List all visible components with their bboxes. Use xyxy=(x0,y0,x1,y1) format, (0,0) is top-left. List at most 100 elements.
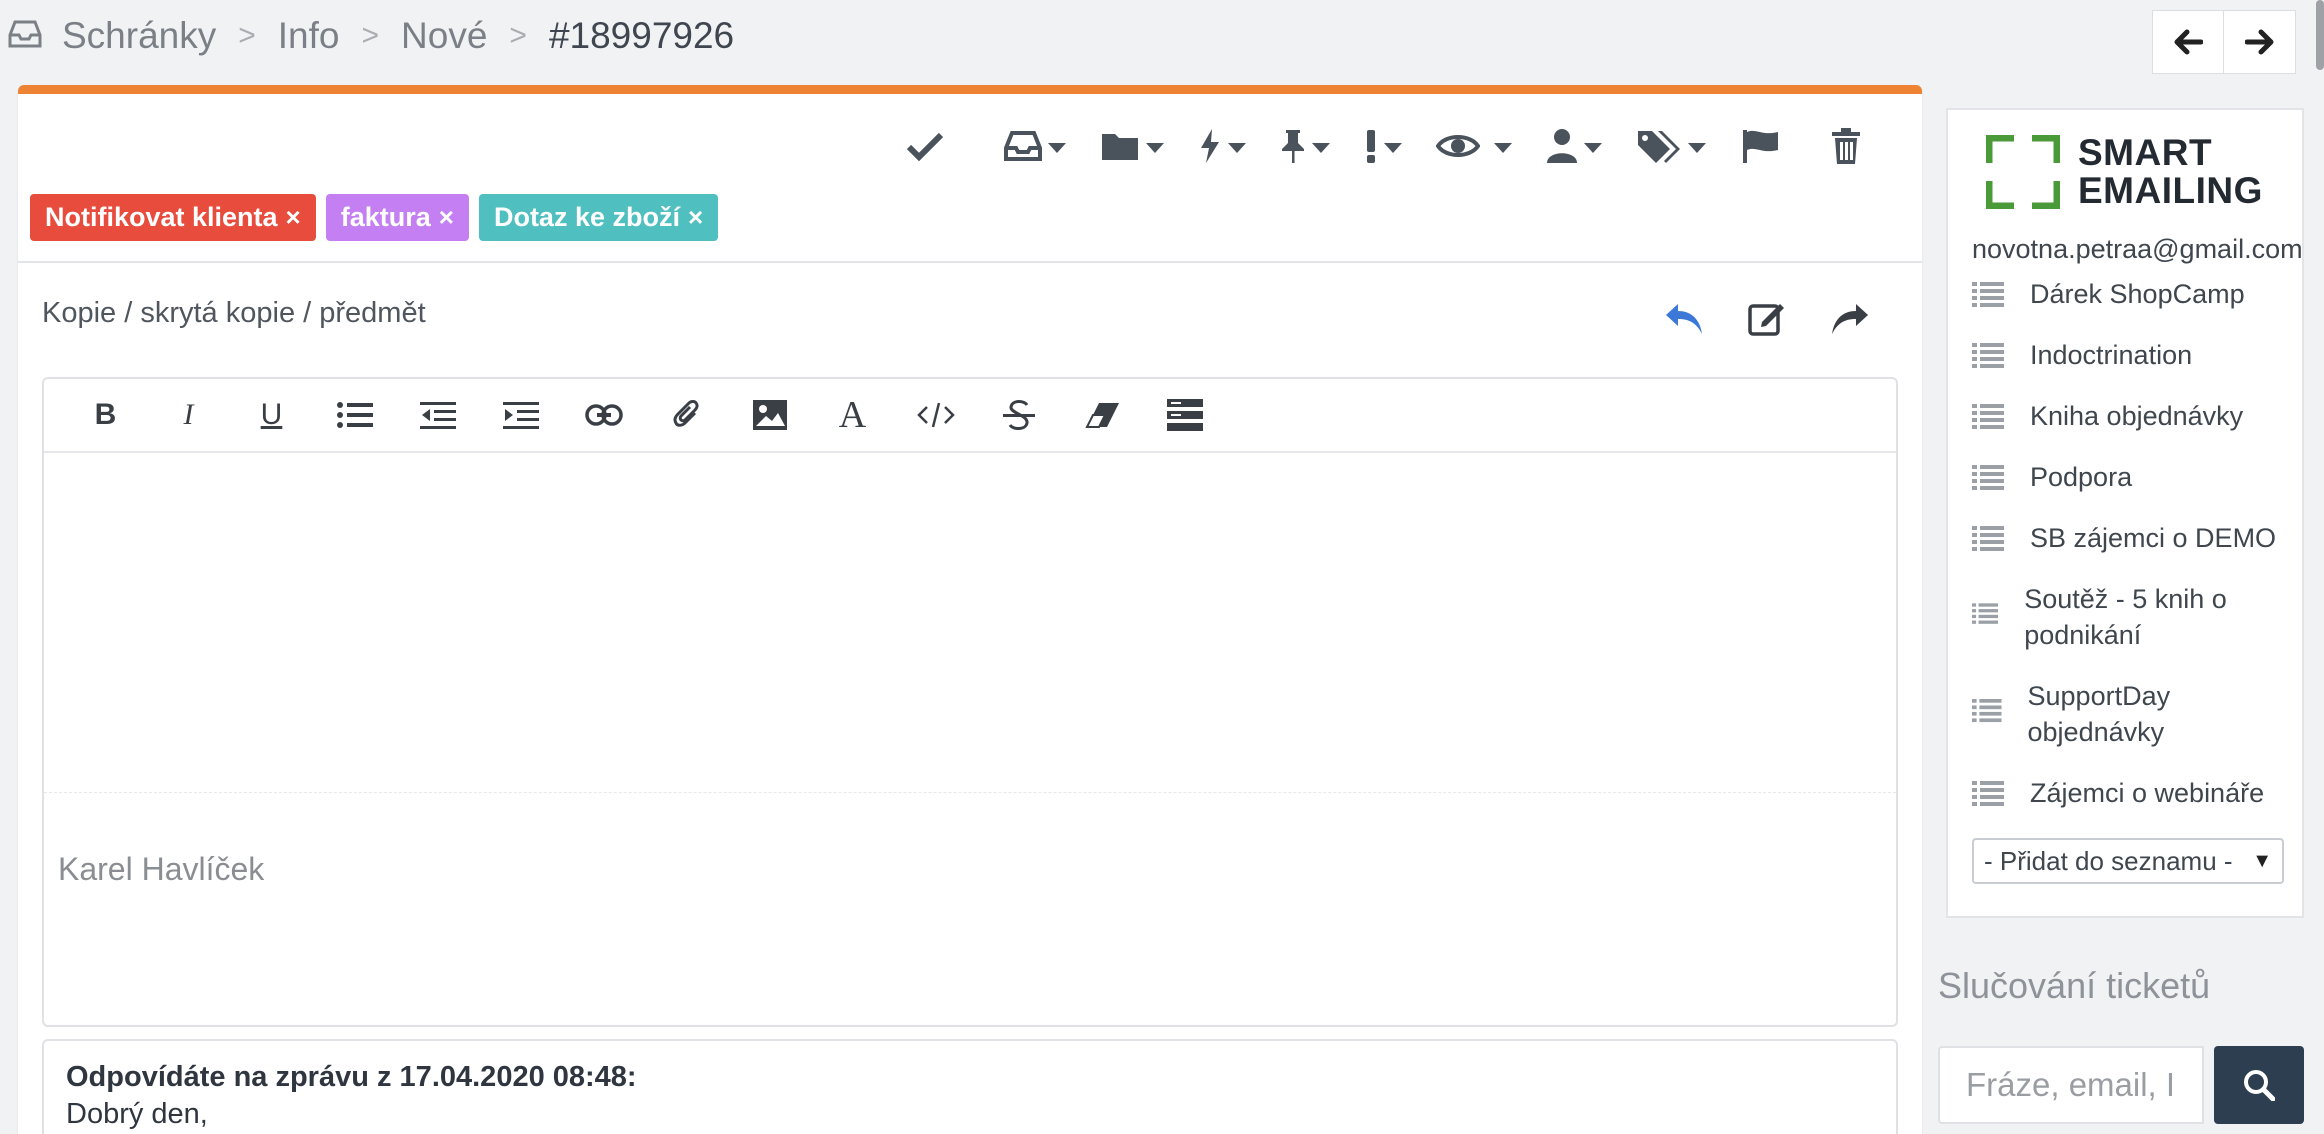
strikethrough-button[interactable] xyxy=(977,398,1060,432)
breadcrumb-item-info[interactable]: Info xyxy=(278,15,340,57)
tag-label: Dotaz ke zboží xyxy=(493,202,680,232)
breadcrumb-item-inboxes[interactable]: Schránky xyxy=(62,15,216,57)
user-icon xyxy=(1547,129,1577,163)
delete-button[interactable] xyxy=(1830,127,1862,165)
inbox-icon xyxy=(1004,131,1042,161)
remove-tag-button[interactable]: × xyxy=(688,202,703,233)
chevron-down-icon xyxy=(1146,143,1164,153)
check-icon xyxy=(906,132,944,161)
outdent-icon xyxy=(419,402,456,429)
indent-button[interactable] xyxy=(479,401,562,429)
list-icon xyxy=(1972,603,1999,624)
code-icon xyxy=(916,402,955,428)
breadcrumb-separator: > xyxy=(509,19,527,52)
outdent-button[interactable] xyxy=(396,401,479,429)
tag-invoice[interactable]: faktura × xyxy=(325,194,469,241)
smartemailing-logo: SMART EMAILING xyxy=(1986,134,2263,210)
list-name: Dárek ShopCamp xyxy=(2030,279,2245,309)
merge-search-button[interactable] xyxy=(2214,1046,2304,1124)
bolt-icon xyxy=(1201,129,1219,163)
remove-tag-button[interactable]: × xyxy=(286,202,301,233)
priority-dropdown[interactable] xyxy=(1364,128,1402,164)
list-item: SB zájemci o DEMO xyxy=(1972,520,2292,581)
merge-tickets-title: Slučování ticketů xyxy=(1938,965,2211,1006)
divider xyxy=(18,261,1922,263)
add-to-list-value: - Přidat do seznamu - xyxy=(1984,845,2233,876)
list-icon xyxy=(1972,404,2004,429)
prev-ticket-button[interactable] xyxy=(2152,10,2224,74)
merge-search-input[interactable]: Fráze, email, I xyxy=(1938,1046,2204,1124)
list-icon xyxy=(1972,699,2002,723)
list-name: Podpora xyxy=(2030,462,2133,492)
bold-button[interactable]: B xyxy=(64,398,147,432)
add-to-list-select[interactable]: - Přidat do seznamu - ▼ xyxy=(1972,838,2284,884)
bullet-list-button[interactable] xyxy=(313,401,396,429)
chevron-down-icon xyxy=(1494,143,1512,153)
contact-lists: Dárek ShopCamp Indoctrination Kniha obje… xyxy=(1972,276,2292,836)
page-scrollbar[interactable] xyxy=(2316,0,2324,70)
editor-body[interactable] xyxy=(44,453,1896,793)
bold-icon: B xyxy=(94,398,117,431)
next-ticket-button[interactable] xyxy=(2224,10,2296,74)
smartemailing-panel: SMART EMAILING novotna.petraa@gmail.com … xyxy=(1946,108,2304,918)
font-button[interactable]: A xyxy=(811,393,894,437)
cc-bcc-subject-link[interactable]: Kopie / skrytá kopie / předmět xyxy=(42,297,426,330)
flag-button[interactable] xyxy=(1740,128,1780,164)
strikethrough-icon xyxy=(1002,400,1035,430)
font-icon: A xyxy=(838,394,867,436)
tag-product-question[interactable]: Dotaz ke zboží × xyxy=(478,194,719,241)
code-button[interactable] xyxy=(894,401,977,429)
pin-dropdown[interactable] xyxy=(1280,128,1330,164)
italic-button[interactable]: I xyxy=(147,398,230,432)
tags-icon xyxy=(1638,131,1680,163)
resolve-button[interactable] xyxy=(906,131,944,161)
breadcrumb-item-ticket-id: #18997926 xyxy=(548,15,735,56)
remove-tag-button[interactable]: × xyxy=(439,202,454,233)
tags-dropdown[interactable] xyxy=(1636,128,1706,164)
contact-email: novotna.petraa@gmail.com xyxy=(1972,234,2303,264)
breadcrumb-item-new[interactable]: Nové xyxy=(401,15,487,57)
reply-button[interactable] xyxy=(1664,300,1704,341)
list-item: SupportDay objednávky xyxy=(1972,678,2292,775)
chevron-down-icon xyxy=(1228,143,1246,153)
forward-button[interactable] xyxy=(1830,300,1870,341)
actions-dropdown[interactable] xyxy=(1198,128,1246,164)
folder-dropdown[interactable] xyxy=(1100,130,1164,162)
ticket-tags: Notifikovat klienta × faktura × Dotaz ke… xyxy=(30,194,719,241)
priority-icon xyxy=(1367,130,1375,163)
attachment-button[interactable] xyxy=(645,399,728,431)
eye-icon xyxy=(1436,135,1480,157)
tag-notify-client[interactable]: Notifikovat klienta × xyxy=(30,194,316,241)
quoted-message: Odpovídáte na zprávu z 17.04.2020 08:48:… xyxy=(42,1039,1898,1134)
arrow-right-icon xyxy=(2244,29,2273,55)
chevron-down-icon xyxy=(1688,143,1706,153)
folder-icon xyxy=(1102,134,1138,160)
signature[interactable]: Karel Havlíček xyxy=(44,793,1896,888)
quoted-message-body: Dobrý den, xyxy=(66,1098,208,1130)
list-item: Indoctrination xyxy=(1972,337,2292,398)
move-to-inbox-dropdown[interactable] xyxy=(1004,130,1066,162)
list-item: Podpora xyxy=(1972,459,2292,520)
list-item: Dárek ShopCamp xyxy=(1972,276,2292,337)
list-icon xyxy=(1972,781,2004,806)
paperclip-icon xyxy=(672,400,699,427)
link-button[interactable] xyxy=(562,404,645,426)
list-name: Zájemci o webináře xyxy=(2030,778,2265,808)
link-icon xyxy=(584,404,623,426)
brand-line: SMART xyxy=(2078,132,2213,173)
clear-format-button[interactable] xyxy=(1060,401,1143,429)
assign-user-dropdown[interactable] xyxy=(1546,128,1602,164)
breadcrumb-separator: > xyxy=(361,19,380,52)
chevron-down-icon xyxy=(1584,143,1602,153)
note-button[interactable] xyxy=(1748,300,1786,341)
image-button[interactable] xyxy=(728,399,811,431)
template-button[interactable] xyxy=(1143,399,1226,431)
chevron-down-icon: ▼ xyxy=(2252,849,2272,872)
visibility-dropdown[interactable] xyxy=(1436,131,1512,161)
list-icon xyxy=(1972,282,2004,307)
breadcrumb-separator: > xyxy=(238,19,256,52)
list-icon xyxy=(1972,465,2004,490)
ticket-card: Notifikovat klienta × faktura × Dotaz ke… xyxy=(18,85,1922,1134)
flag-icon xyxy=(1743,130,1778,163)
underline-button[interactable]: U xyxy=(230,398,313,432)
